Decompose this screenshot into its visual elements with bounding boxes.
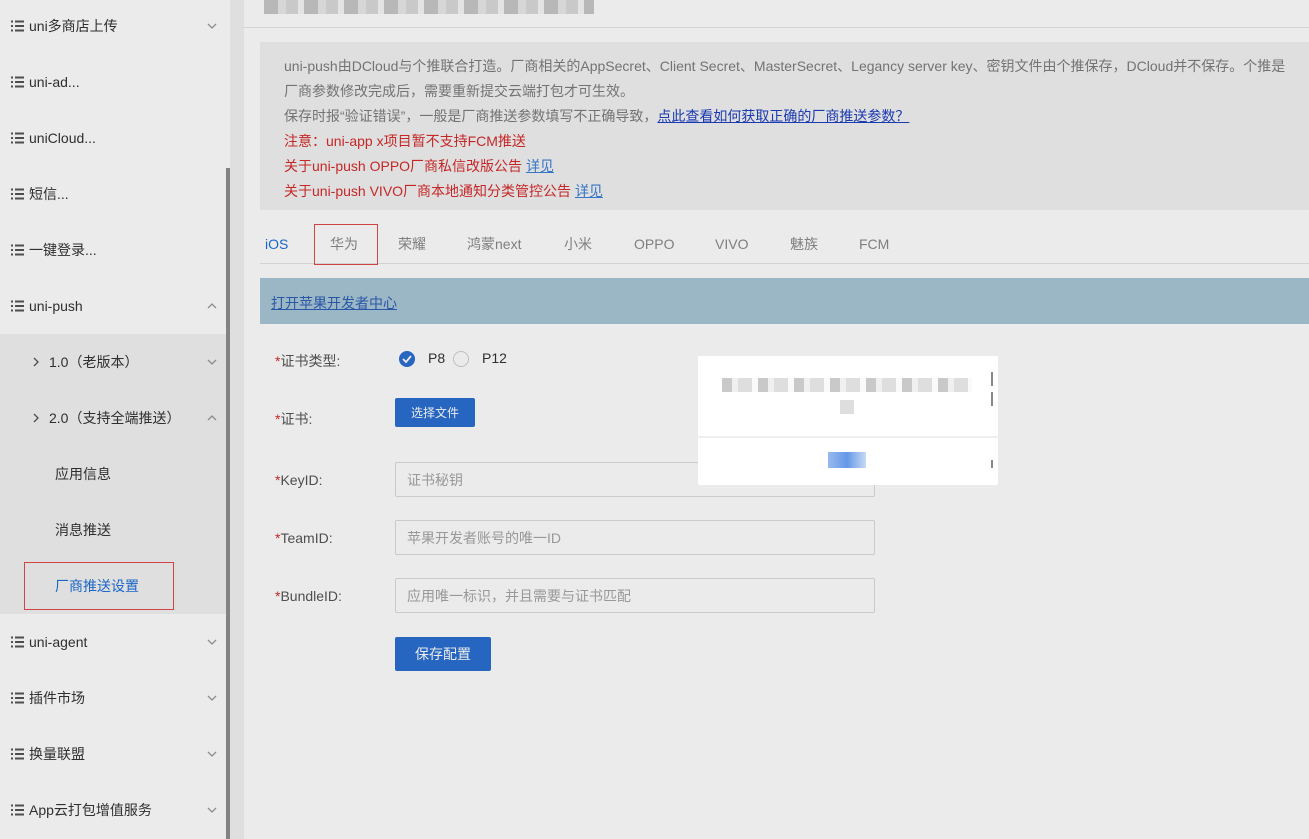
dialog-edge xyxy=(991,460,993,468)
blurred-dialog-message xyxy=(722,378,972,392)
modal-overlay[interactable] xyxy=(0,0,1309,839)
dialog-divider xyxy=(698,436,998,438)
dialog-edge xyxy=(991,392,993,406)
modal-dialog xyxy=(698,356,998,485)
dialog-edge xyxy=(991,372,993,386)
blurred-dialog-button[interactable] xyxy=(828,452,866,468)
blurred-dialog-message xyxy=(840,400,854,414)
